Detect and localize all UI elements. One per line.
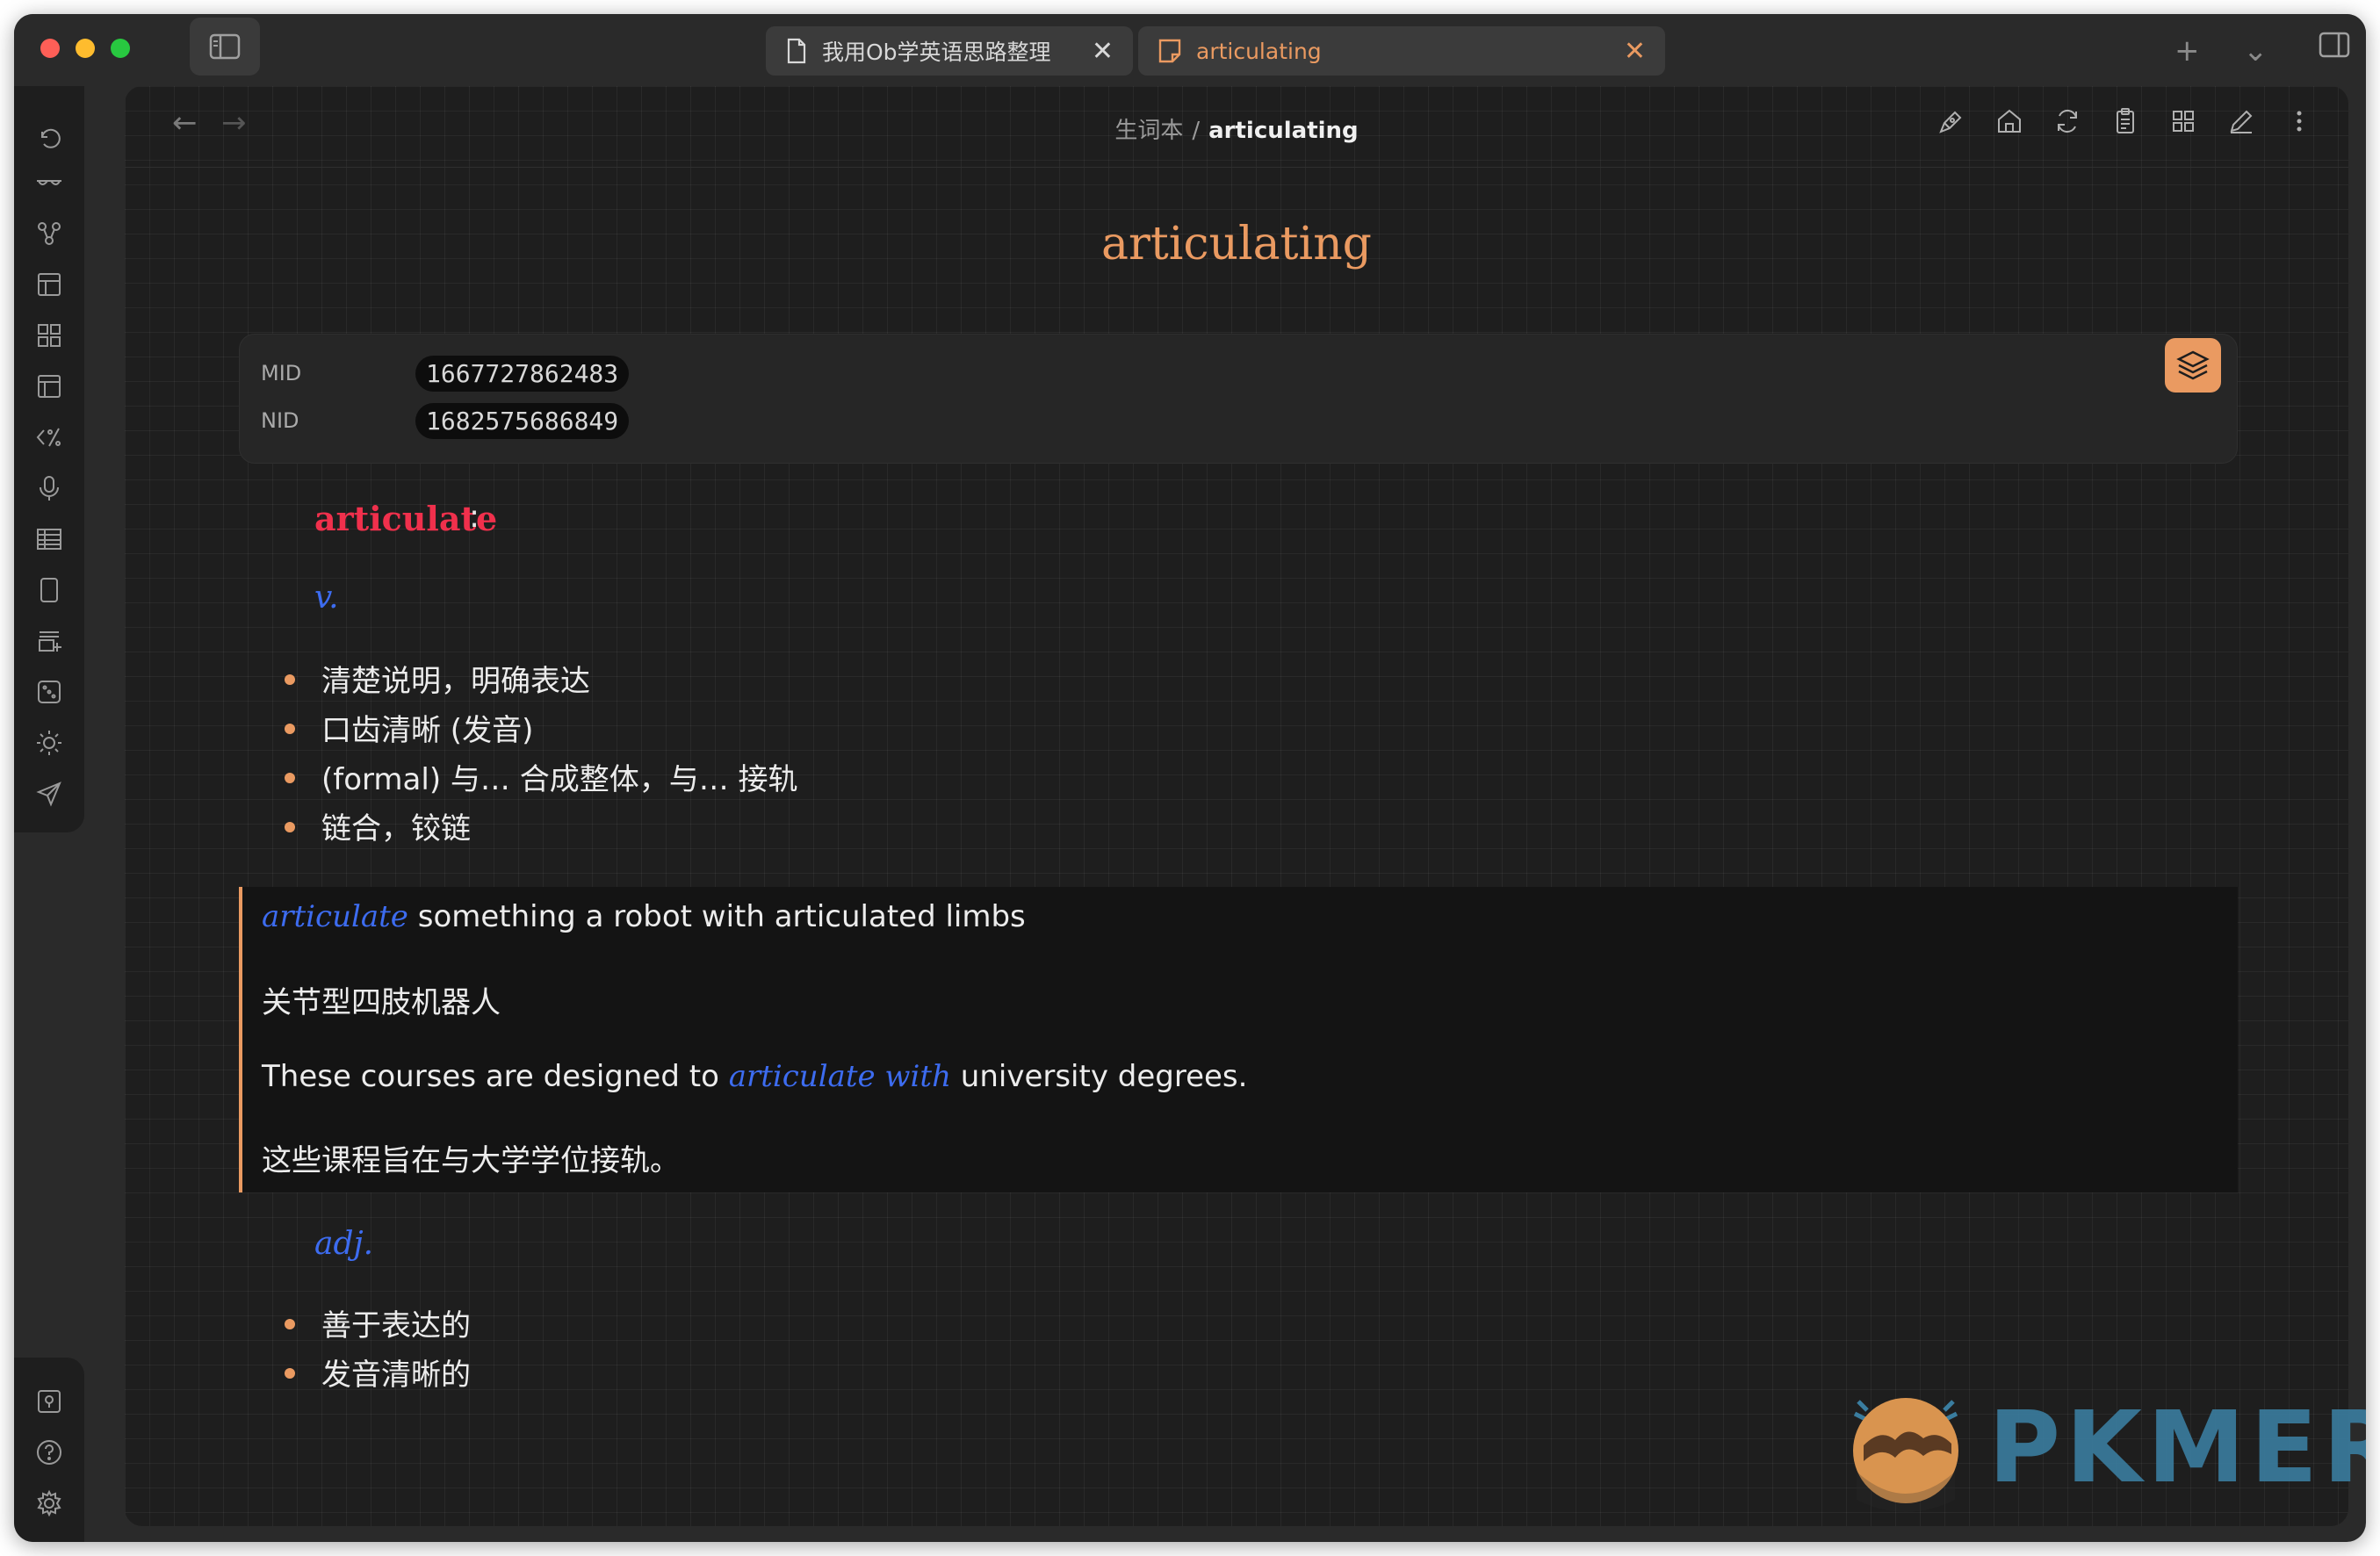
sync-icon[interactable]: [2053, 107, 2081, 135]
undo-icon[interactable]: [33, 123, 65, 155]
vault-icon[interactable]: [33, 1386, 65, 1417]
sidebar-right-icon[interactable]: [2319, 32, 2350, 58]
tab-label: articulating: [1196, 38, 1322, 64]
quote-line: articulate something a robot with articu…: [262, 899, 1026, 934]
breadcrumb-separator: /: [1192, 118, 1201, 144]
tab-list-chevron-icon[interactable]: ⌄: [2243, 33, 2268, 68]
headword-colon: :: [469, 499, 480, 535]
layout-icon[interactable]: [33, 269, 65, 300]
layers-icon: [2176, 350, 2210, 380]
close-tab-icon[interactable]: ✕: [1624, 36, 1646, 67]
property-row-nid: NID 1682575686849: [261, 401, 630, 440]
table-icon[interactable]: [33, 523, 65, 555]
close-tab-icon[interactable]: ✕: [1092, 36, 1114, 67]
part-of-speech-adjective: adj.: [314, 1226, 374, 1262]
property-value[interactable]: 1682575686849: [415, 402, 630, 439]
left-ribbon-bottom: [14, 1358, 84, 1542]
file-icon: [787, 38, 806, 64]
tab-label: 我用Ob学英语思路整理: [822, 40, 1051, 65]
tab-english-notes[interactable]: 我用Ob学英语思路整理 ✕: [766, 26, 1133, 76]
part-of-speech-verb: v.: [314, 580, 339, 616]
templater-icon[interactable]: [33, 421, 65, 453]
property-key[interactable]: MID: [261, 361, 415, 385]
home-icon[interactable]: [1995, 107, 2023, 135]
send-icon[interactable]: [33, 778, 65, 810]
bullet-dot: [285, 723, 295, 734]
minimize-window-button[interactable]: [76, 39, 95, 58]
list-item: 善于表达的: [285, 1301, 471, 1344]
breadcrumb-parent-folder[interactable]: 生词本: [1114, 118, 1183, 144]
graph-icon[interactable]: [33, 218, 65, 249]
list-item: 口齿清晰 (发音): [285, 706, 533, 749]
property-value[interactable]: 1667727862483: [415, 355, 630, 392]
pkmer-watermark: PKMER: [1837, 1384, 2366, 1524]
left-ribbon: [14, 86, 84, 832]
quote-line: 关节型四肢机器人: [262, 985, 501, 1020]
example-blockquote: articulate something a robot with articu…: [239, 887, 2238, 1192]
template-icon[interactable]: [33, 371, 65, 402]
list-item: 清楚说明，明确表达: [285, 657, 590, 700]
note-icon: [1158, 39, 1181, 63]
list-item: 链合，铰链: [285, 804, 471, 847]
property-row-mid: MID 1667727862483: [261, 354, 630, 393]
quote-line: These courses are designed to articulate…: [262, 1059, 1248, 1094]
tab-articulating[interactable]: articulating ✕: [1138, 26, 1665, 76]
pen-tool-icon[interactable]: [1937, 107, 1965, 135]
dice-icon[interactable]: [33, 676, 65, 708]
tablet-icon[interactable]: [33, 574, 65, 606]
property-key[interactable]: NID: [261, 408, 415, 433]
close-window-button[interactable]: [40, 39, 60, 58]
edit-pencil-icon[interactable]: [2227, 107, 2255, 135]
pkmer-wordmark: PKMER: [1988, 1391, 2366, 1505]
new-tab-button[interactable]: +: [2174, 33, 2200, 68]
help-icon[interactable]: [33, 1437, 65, 1468]
zoom-window-button[interactable]: [111, 39, 130, 58]
grid-view-icon[interactable]: [2169, 107, 2197, 135]
bullet-dot: [285, 772, 295, 783]
list-item: (formal) 与… 合成整体，与… 接轨: [285, 755, 798, 798]
sun-icon[interactable]: [33, 727, 65, 759]
bullet-dot: [285, 674, 295, 685]
microphone-icon[interactable]: [33, 472, 65, 504]
editor-pane: ← → 生词本 / articulating articulating MID 16…: [125, 86, 2348, 1526]
bullet-dot: [285, 1318, 295, 1329]
layers-button[interactable]: [2165, 338, 2221, 393]
list-item: 发音清晰的: [285, 1351, 471, 1394]
pkmer-logo-icon: [1853, 1398, 1958, 1512]
glasses-icon[interactable]: [33, 167, 65, 198]
properties-panel: MID 1667727862483 NID 1682575686849: [239, 334, 2238, 464]
grid-icon[interactable]: [33, 320, 65, 351]
settings-gear-icon[interactable]: [33, 1488, 65, 1519]
toggle-left-sidebar-button[interactable]: [190, 18, 260, 76]
sidebar-left-icon: [209, 33, 241, 60]
breadcrumb-current-note[interactable]: articulating: [1208, 118, 1359, 144]
more-options-icon[interactable]: [2285, 107, 2313, 135]
note-title[interactable]: articulating: [125, 218, 2348, 270]
title-bar: 我用Ob学英语思路整理 ✕ articulating ✕ + ⌄: [14, 14, 2366, 86]
view-actions: [1937, 107, 2313, 135]
bullet-dot: [285, 821, 295, 832]
app-window: 我用Ob学英语思路整理 ✕ articulating ✕ + ⌄ ← → 生词本…: [14, 14, 2366, 1542]
clipboard-icon[interactable]: [2111, 107, 2139, 135]
bullet-dot: [285, 1367, 295, 1379]
header-divider: [125, 167, 2348, 168]
quote-line: 这些课程旨在与大学学位接轨。: [262, 1143, 680, 1178]
card-add-icon[interactable]: [33, 625, 65, 657]
